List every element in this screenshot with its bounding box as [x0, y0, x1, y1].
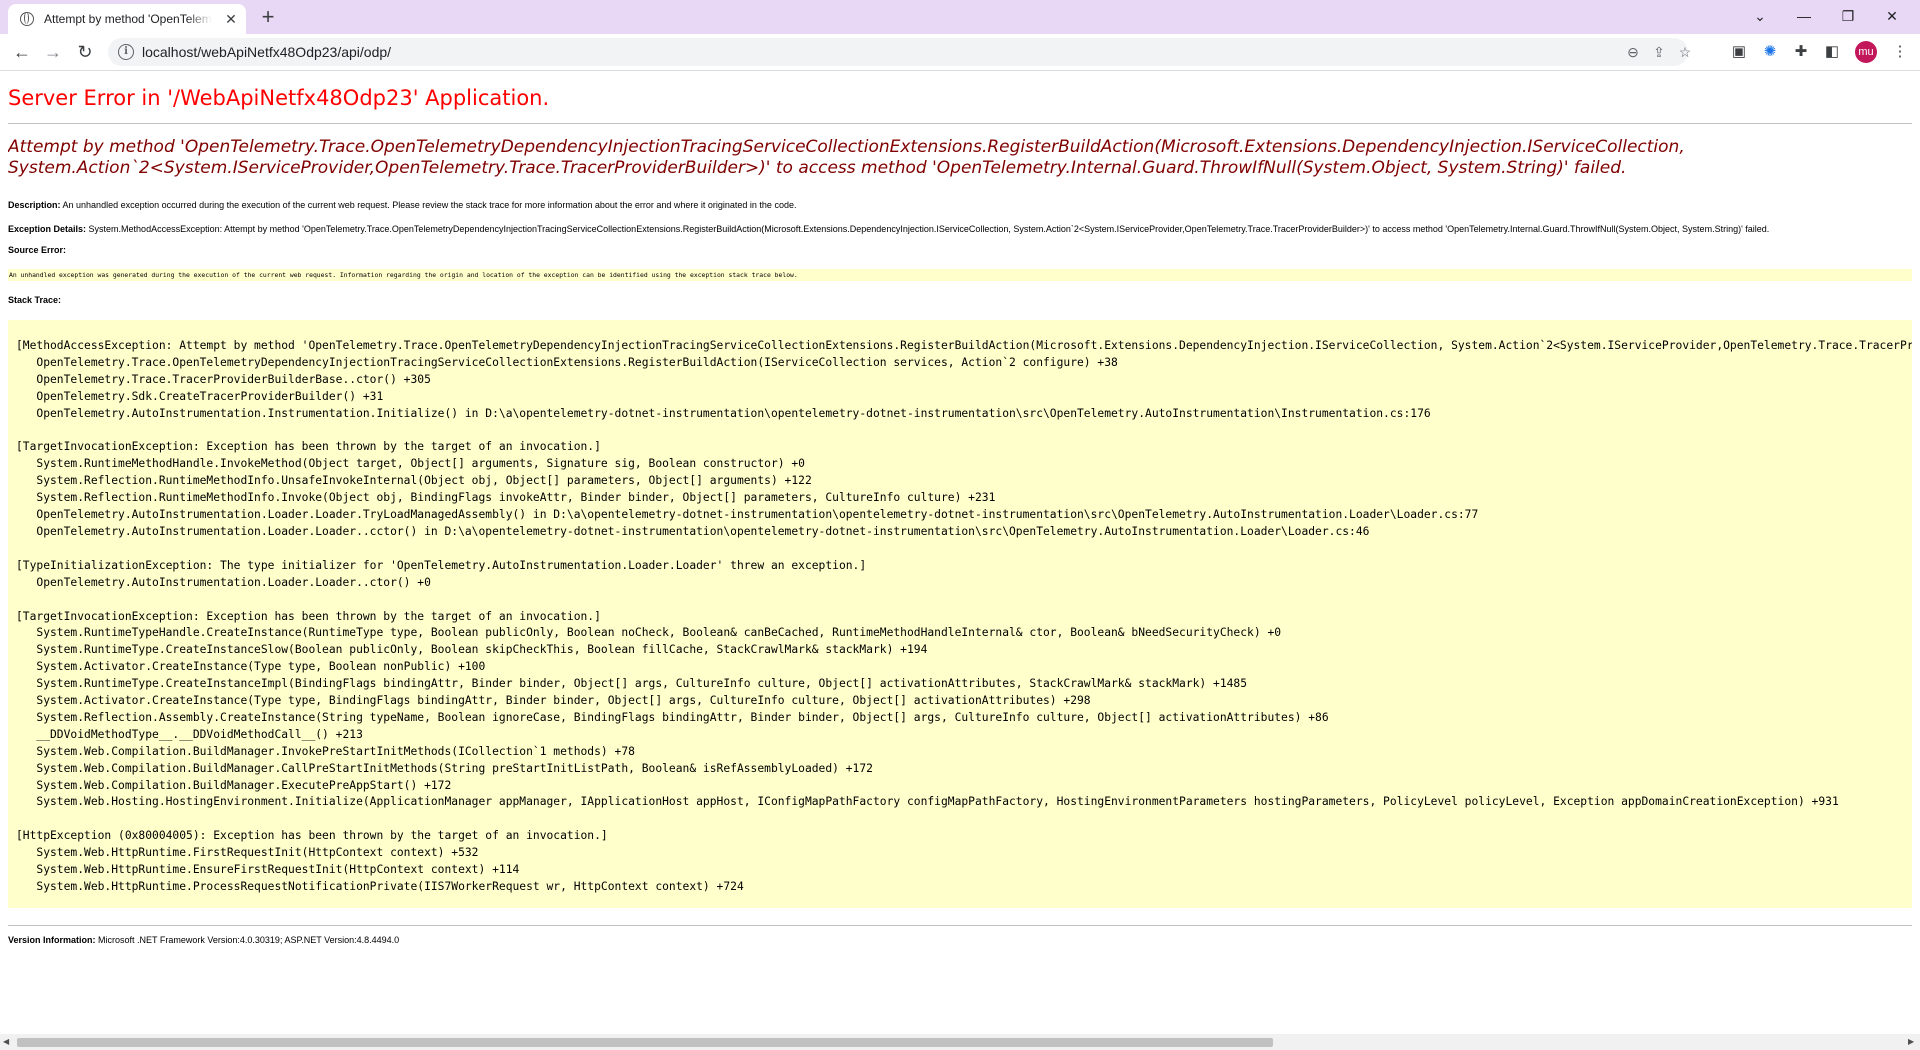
minimize-icon[interactable]: — [1786, 2, 1822, 30]
exception-label: Exception Details: [8, 224, 87, 234]
reload-icon[interactable]: ↻ [73, 40, 97, 64]
version-label: Version Information: [8, 935, 96, 945]
source-error-box: An unhandled exception was generated dur… [8, 269, 1912, 281]
scroll-right-icon[interactable]: ▶ [1908, 1037, 1914, 1046]
divider [8, 123, 1912, 124]
url-text[interactable]: localhost/webApiNetfx48Odp23/api/odp/ [142, 44, 391, 60]
extension-color-icon[interactable]: ✺ [1758, 40, 1782, 64]
horizontal-scrollbar[interactable]: ◀ ▶ [0, 1034, 1920, 1050]
tab-title: Attempt by method 'OpenTelemetry.Trace.O… [44, 12, 212, 26]
extension-icon[interactable]: ▣ [1727, 40, 1751, 64]
address-bar[interactable]: i localhost/webApiNetfx48Odp23/api/odp/ … [108, 38, 1691, 66]
kebab-menu-icon[interactable]: ⋮ [1888, 40, 1912, 64]
browser-tab[interactable]: Attempt by method 'OpenTelemetry.Trace.O… [8, 4, 246, 34]
scroll-left-icon[interactable]: ◀ [3, 1037, 9, 1046]
source-error-label: Source Error: [8, 245, 67, 255]
puzzle-icon[interactable]: ✚ [1789, 40, 1813, 64]
side-panel-icon[interactable]: ◧ [1820, 40, 1844, 64]
globe-icon [20, 12, 34, 26]
page-content: Server Error in '/WebApiNetfx48Odp23' Ap… [8, 71, 1912, 1031]
share-icon[interactable]: ⇪ [1649, 42, 1669, 62]
divider [8, 925, 1912, 926]
exception-details: Exception Details: System.MethodAccessEx… [8, 224, 1912, 235]
close-icon[interactable]: ✕ [222, 10, 240, 28]
exception-text: System.MethodAccessException: Attempt by… [88, 224, 1770, 234]
tab-strip: Attempt by method 'OpenTelemetry.Trace.O… [0, 0, 1920, 34]
description-text: An unhandled exception occurred during t… [62, 200, 797, 210]
error-message: Attempt by method 'OpenTelemetry.Trace.O… [8, 137, 1685, 178]
browser-toolbar: ← → ↻ i localhost/webApiNetfx48Odp23/api… [0, 34, 1920, 71]
plus-icon[interactable]: + [256, 6, 280, 30]
tab-search-icon[interactable]: ⌄ [1742, 2, 1778, 30]
stack-trace-label: Stack Trace: [8, 295, 62, 305]
stack-trace-text: [MethodAccessException: Attempt by metho… [16, 339, 1912, 893]
zoom-icon[interactable]: ⊖ [1623, 42, 1643, 62]
restore-icon[interactable]: ❐ [1830, 2, 1866, 30]
description-label: Description: [8, 200, 61, 210]
description: Description: An unhandled exception occu… [8, 200, 1912, 211]
window-close-icon[interactable]: ✕ [1874, 2, 1910, 30]
avatar[interactable]: mu [1855, 41, 1877, 63]
version-text: Microsoft .NET Framework Version:4.0.303… [98, 935, 400, 945]
star-icon[interactable]: ☆ [1675, 42, 1695, 62]
scrollbar-thumb[interactable] [17, 1038, 1273, 1047]
info-icon[interactable]: i [118, 44, 134, 60]
version-info: Version Information: Microsoft .NET Fram… [8, 935, 1912, 945]
page-title: Server Error in '/WebApiNetfx48Odp23' Ap… [8, 86, 550, 110]
forward-arrow-icon[interactable]: → [41, 40, 65, 64]
back-arrow-icon[interactable]: ← [10, 40, 34, 64]
stack-trace-box: [MethodAccessException: Attempt by metho… [8, 320, 1912, 908]
